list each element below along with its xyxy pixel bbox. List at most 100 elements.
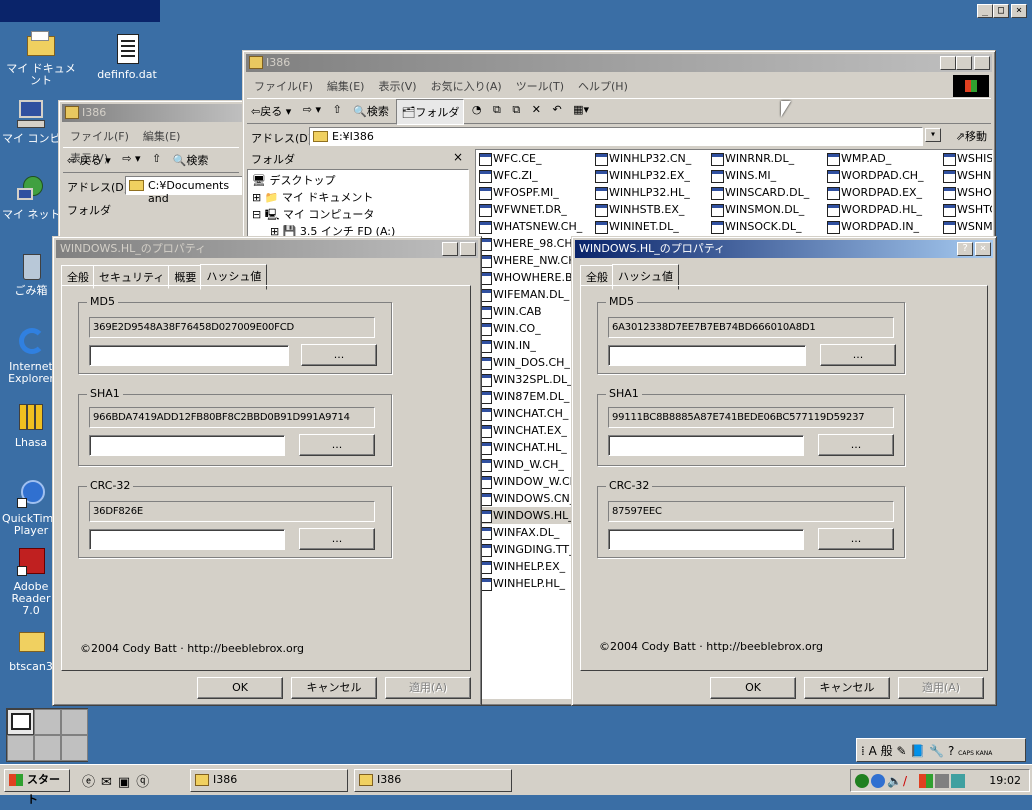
md5-browse-button[interactable]: ... [301,344,377,366]
file-item[interactable]: WSHTC [942,201,992,218]
back-button[interactable]: ⇦ 戻る ▾ [63,148,115,172]
menu-tools[interactable]: ツール(T) [509,75,571,97]
taskbar-button-i386-2[interactable]: I386 [354,769,512,792]
forward-button[interactable]: ⇨ ▾ [299,99,325,120]
menu-file[interactable]: ファイル(F) [247,75,320,97]
dialog-caption[interactable]: WINDOWS.HL_のプロパティ ? × [56,240,478,258]
address-input[interactable]: E:¥I386 [309,127,923,146]
apply-button[interactable]: 適用(A) [898,677,984,699]
file-item[interactable]: WSHIS [942,150,992,167]
ime-dictionary-icon[interactable]: 📘 [910,744,925,758]
file-item[interactable]: WINHSTB.EX_ [594,201,691,218]
start-button[interactable]: スタート [4,769,70,806]
desktop-pager[interactable] [6,708,88,762]
file-item[interactable]: WORDPAD.HL_ [826,201,924,218]
file-item[interactable]: WSNMI [942,218,992,235]
file-item[interactable]: WINRNR.DL_ [710,150,809,167]
sha1-compare-input[interactable] [89,435,285,456]
explorer-front-caption[interactable]: I386 _ □ × [246,54,992,72]
ie-quicklaunch-icon[interactable]: ⓔ [82,775,101,790]
search-button[interactable]: 🔍検索 [349,99,393,123]
file-item[interactable]: WININET.DL_ [594,218,691,235]
ime-help-icon[interactable]: ? [948,744,954,758]
pager-cell-3[interactable] [61,709,88,735]
delete-icon[interactable]: ✕ [528,99,545,120]
file-item[interactable]: WHATSNEW.CH_ [478,218,588,235]
volume-icon[interactable]: 🔈 [887,774,902,788]
tray-network-icon[interactable] [935,774,949,788]
file-item[interactable]: WINHLP32.EX_ [594,167,691,184]
menu-view[interactable]: 表示(V) [371,75,423,97]
help-icon[interactable]: ? [957,242,973,256]
close-icon[interactable]: × [1011,4,1027,18]
md5-compare-input[interactable] [608,345,806,366]
back-button[interactable]: ⇦戻る ▾ [247,99,295,123]
search-button[interactable]: 🔍検索 [169,148,213,172]
file-item[interactable]: WFOSPF.MI_ [478,184,588,201]
tray-quicktime-icon[interactable] [871,774,885,788]
close-icon[interactable]: × [460,242,476,256]
crc32-compare-input[interactable] [89,529,285,550]
file-item[interactable]: WINSCARD.DL_ [710,184,809,201]
up-folder-icon[interactable]: ⇧ [329,99,346,120]
desktop-quicklaunch-icon[interactable]: ▣ [118,775,136,790]
dialog-caption[interactable]: WINDOWS.HL_のプロパティ ? × [575,240,993,258]
cancel-button[interactable]: キャンセル [291,677,377,699]
minimize-icon[interactable]: _ [940,56,956,70]
sha1-browse-button[interactable]: ... [818,434,894,456]
file-item[interactable]: WORDPAD.IN_ [826,218,924,235]
file-item[interactable]: WORDPAD.EX_ [826,184,924,201]
file-item[interactable]: WINS.MI_ [710,167,809,184]
tree-item-desktop[interactable]: 🖥 デスクトップ [252,172,335,188]
md5-browse-button[interactable]: ... [820,344,896,366]
desktop-icon-my-computer[interactable]: マイ コンピュータ [2,98,60,145]
file-item[interactable]: WINSOCK.DL_ [710,218,809,235]
outlook-quicklaunch-icon[interactable]: ✉ [101,775,118,790]
file-item[interactable]: WINHLP32.CN_ [594,150,691,167]
crc32-compare-input[interactable] [608,529,804,550]
explorer-back-caption[interactable]: I386 [62,104,245,122]
pager-cell-1[interactable] [7,709,34,735]
menu-favorites[interactable]: お気に入り(A) [424,75,509,97]
tray-pen-icon[interactable]: / [903,774,917,788]
up-folder-icon[interactable]: ⇧ [148,148,165,169]
history-icon[interactable]: ◔ [468,99,486,120]
taskbar-button-i386-1[interactable]: I386 [190,769,348,792]
cancel-button[interactable]: キャンセル [804,677,890,699]
sha1-compare-input[interactable] [608,435,804,456]
file-item[interactable]: WINSMON.DL_ [710,201,809,218]
maximize-icon[interactable]: □ [956,56,972,70]
file-item[interactable]: WSHOM [942,184,992,201]
quicktime-quicklaunch-icon[interactable]: ⓠ [136,775,155,790]
maximize-icon[interactable]: □ [993,4,1009,18]
file-item[interactable]: WMP.AD_ [826,150,924,167]
file-item[interactable]: WINHLP32.HL_ [594,184,691,201]
crc32-browse-button[interactable]: ... [299,528,375,550]
close-icon[interactable]: × [974,56,990,70]
file-item[interactable]: WFC.CE_ [478,150,588,167]
tree-item-my-documents[interactable]: ⊞ 📁 マイ ドキュメント [252,189,373,205]
address-dropdown-icon[interactable]: ▾ [925,128,941,142]
tray-windows-icon[interactable] [919,774,933,788]
desktop-icon-my-documents[interactable]: マイ ドキュメント [2,28,80,87]
file-item[interactable]: WFC.ZI_ [478,167,588,184]
apply-button[interactable]: 適用(A) [385,677,471,699]
menu-help[interactable]: ヘルプ(H) [571,75,635,97]
views-icon[interactable]: ▦▾ [569,99,593,120]
ok-button[interactable]: OK [197,677,283,699]
pager-cell-6[interactable] [61,735,88,761]
ok-button[interactable]: OK [710,677,796,699]
menu-file[interactable]: ファイル(F) [63,125,136,147]
menu-edit[interactable]: 編集(E) [136,125,188,147]
ime-mode-button[interactable]: A 般 [869,744,893,758]
ime-tool-icon[interactable]: 🔧 [929,744,944,758]
tray-app-icon[interactable] [951,774,965,788]
pager-cell-4[interactable] [7,735,34,761]
desktop-icon-network[interactable]: マイ ネットワーク [2,174,60,221]
ime-pad-icon[interactable]: ✎ [897,744,907,758]
go-button[interactable]: ⇗移動 [956,128,987,144]
pager-cell-5[interactable] [34,735,61,761]
minimize-icon[interactable]: _ [977,4,993,18]
ime-grip-icon[interactable]: ⁞ [861,744,865,758]
file-item[interactable]: WFWNET.DR_ [478,201,588,218]
